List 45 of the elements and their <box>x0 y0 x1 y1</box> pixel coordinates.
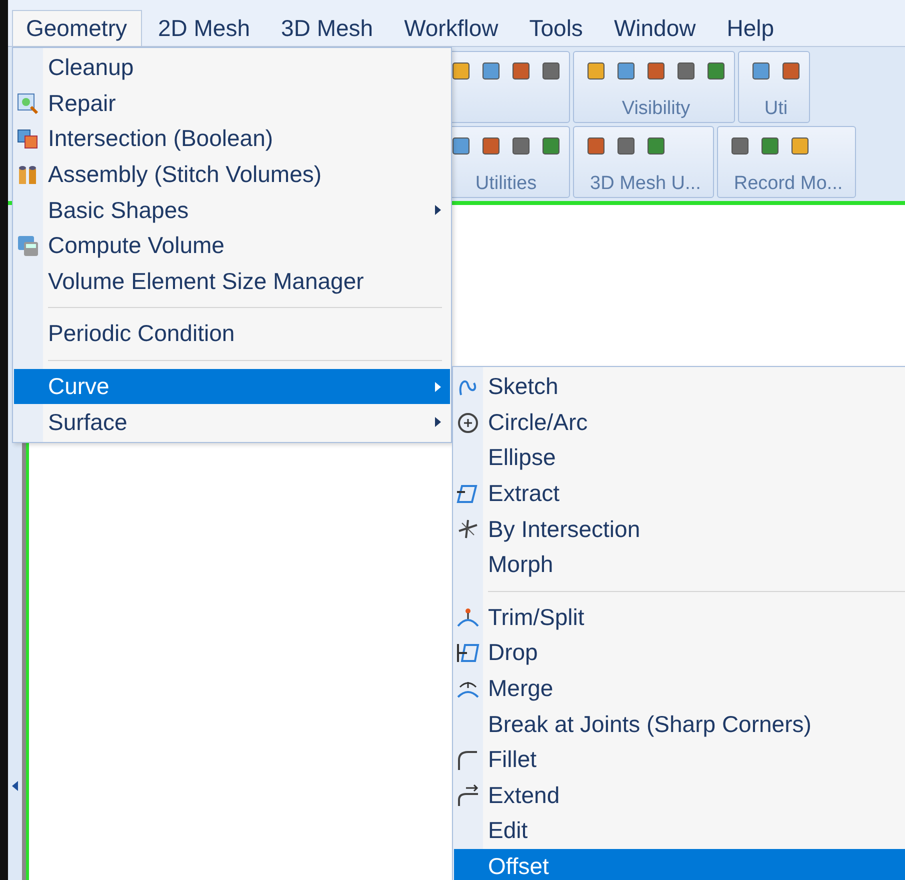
menu-item[interactable]: Intersection (Boolean) <box>14 121 450 157</box>
menu-item[interactable]: Ellipse <box>454 440 905 476</box>
menu-item[interactable]: Morph <box>454 546 905 583</box>
extend-icon <box>456 784 480 808</box>
menu-item[interactable]: By Intersection <box>454 511 905 547</box>
submenu-arrow-icon <box>434 380 442 393</box>
menu-tab[interactable]: Window <box>600 10 711 46</box>
menu-item[interactable]: Periodic Condition <box>14 316 450 352</box>
menu-tab[interactable]: 3D Mesh <box>267 10 388 46</box>
menu-item[interactable]: Drop <box>454 635 905 671</box>
toolbar-group-label: Visibility <box>620 98 692 120</box>
menu-item[interactable]: Volume Element Size Manager <box>14 264 450 300</box>
toolbar-group-label: 3D Mesh U... <box>589 173 702 195</box>
menu-item[interactable]: Assembly (Stitch Volumes) <box>14 156 450 192</box>
menu-item[interactable]: Surface <box>14 404 450 440</box>
menu-item[interactable]: Trim/Split <box>454 600 905 636</box>
boxes-icon <box>16 127 40 152</box>
submenu-arrow-icon <box>434 416 442 428</box>
menu-item[interactable]: Extract <box>454 476 905 512</box>
menu-item[interactable]: Compute Volume <box>14 228 450 264</box>
menu-item[interactable]: Basic Shapes <box>14 192 450 228</box>
magnifier-check-icon <box>16 92 40 116</box>
menu-item[interactable]: Curve <box>14 368 450 404</box>
menu-item[interactable]: Sketch <box>454 369 905 405</box>
menu-item[interactable]: Merge <box>454 670 905 706</box>
menu-tab[interactable]: 2D Mesh <box>144 10 266 46</box>
menu-tab[interactable]: Help <box>712 10 790 46</box>
circle-icon <box>456 410 480 435</box>
menu-item[interactable]: Extend <box>454 778 905 814</box>
menu-item[interactable]: Edit <box>454 813 905 849</box>
menu-item[interactable]: Circle/Arc <box>454 404 905 440</box>
toolbar-group-label: Utilities <box>474 173 538 195</box>
toolbar-group-label: Record Mo... <box>732 173 844 195</box>
menu-item[interactable]: Fillet <box>454 742 905 778</box>
menu-item[interactable]: Repair <box>14 86 450 122</box>
menu-item[interactable]: Break at Joints (Sharp Corners) <box>454 706 905 742</box>
menu-item[interactable]: Cleanup <box>14 50 450 86</box>
menu-tab[interactable]: Workflow <box>390 10 514 46</box>
menu-tab[interactable]: Tools <box>515 10 598 46</box>
toolbar-group-label: Uti <box>763 98 789 120</box>
collapse-arrow-icon[interactable] <box>11 780 19 792</box>
calculator-icon <box>16 234 40 258</box>
menu-tab[interactable]: Geometry <box>12 10 142 46</box>
menu-item[interactable]: Offset <box>454 848 905 880</box>
submenu-arrow-icon <box>434 204 442 216</box>
